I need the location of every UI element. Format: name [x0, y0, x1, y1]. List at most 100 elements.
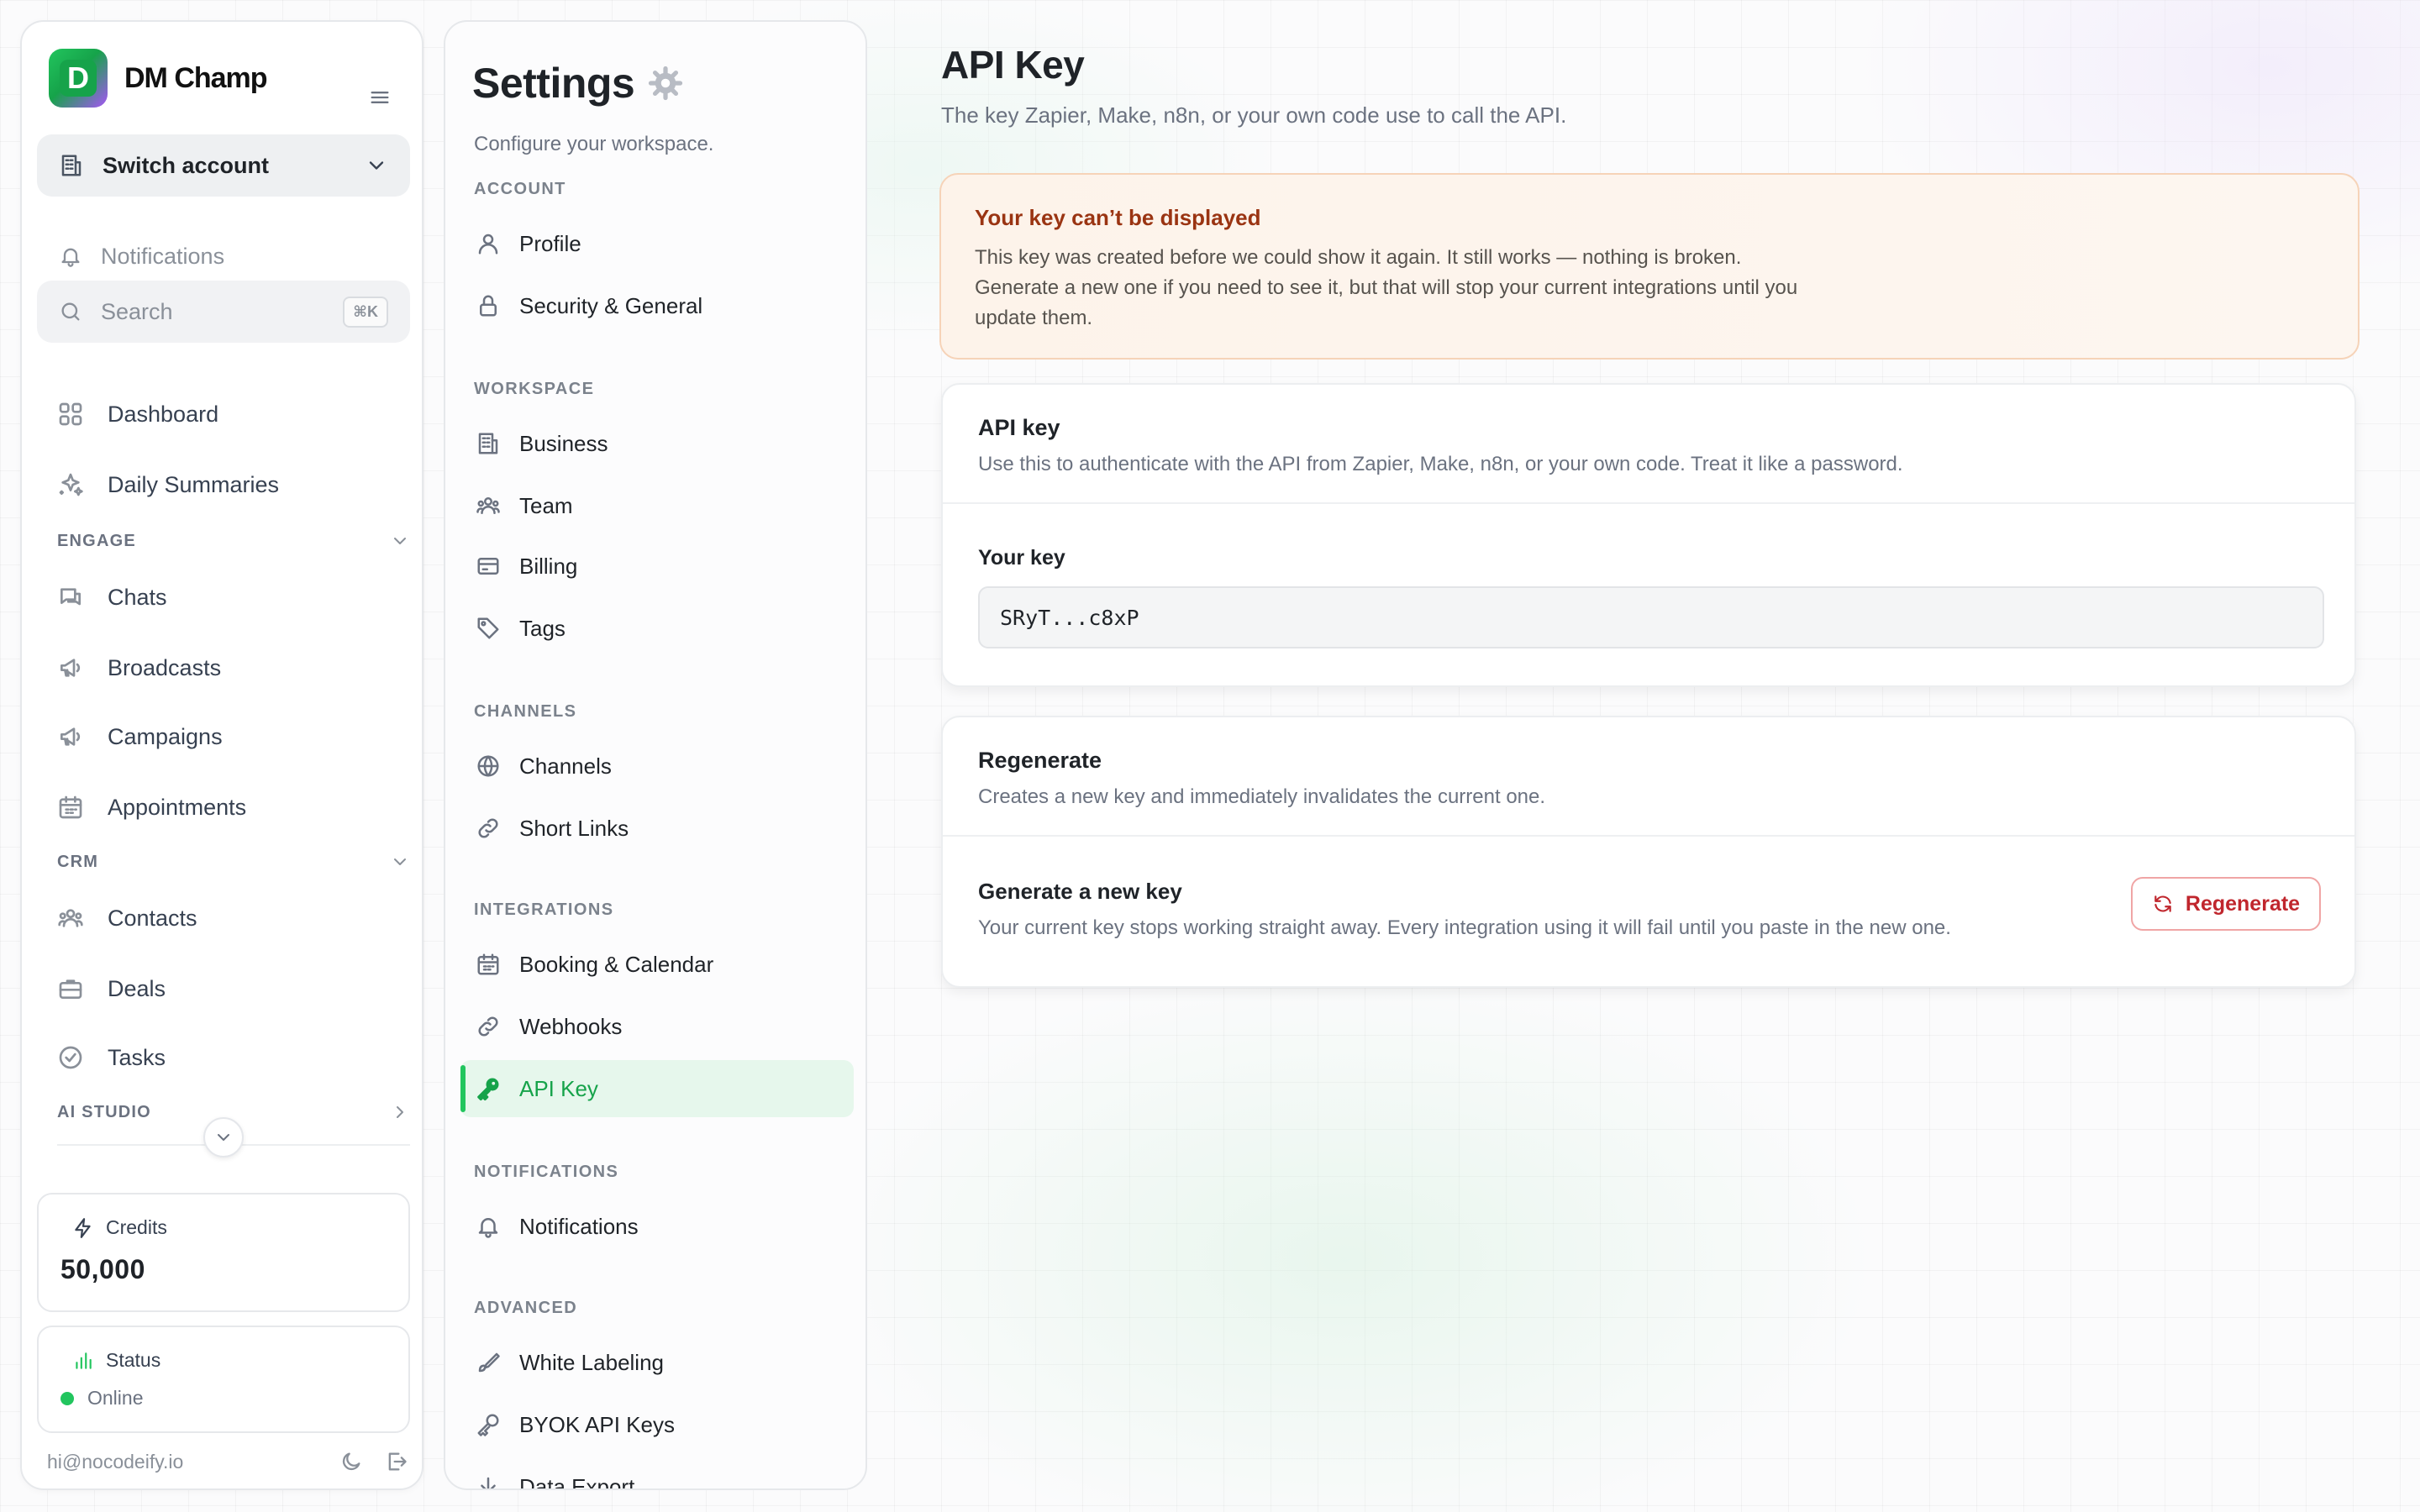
- gear-icon: [648, 66, 683, 101]
- settings-item-profile[interactable]: Profile: [460, 215, 854, 272]
- main-sidebar: D DM Champ Switch account Notifications …: [20, 20, 424, 1490]
- status-card: Status Online: [37, 1326, 410, 1433]
- sidebar-item-daily-summaries[interactable]: Daily Summaries: [47, 455, 408, 514]
- section-ai-studio-label: AI STUDIO: [57, 1102, 151, 1121]
- regenerate-card-title: Regenerate: [978, 748, 1102, 773]
- settings-item-billing[interactable]: Billing: [460, 538, 854, 595]
- warning-banner: Your key can’t be displayed This key was…: [939, 173, 2360, 360]
- users-icon: [476, 493, 501, 518]
- regenerate-button[interactable]: Regenerate: [2131, 877, 2321, 931]
- lightning-icon: [72, 1217, 94, 1239]
- page-title: API Key: [941, 43, 1085, 87]
- settings-item-label: Business: [519, 430, 608, 456]
- settings-item-label: Team: [519, 492, 573, 518]
- generate-new-key-description: Your current key stops working straight …: [978, 916, 1951, 939]
- credit-card-icon: [476, 554, 501, 579]
- sidebar-item-chats[interactable]: Chats: [47, 568, 408, 627]
- regenerate-card: Regenerate Creates a new key and immedia…: [941, 716, 2356, 988]
- moon-icon[interactable]: [318, 1450, 363, 1473]
- settings-item-team[interactable]: Team: [460, 477, 854, 534]
- section-engage[interactable]: ENGAGE: [57, 531, 410, 551]
- sidebar-item-contacts[interactable]: Contacts: [47, 889, 408, 948]
- settings-section-account: ACCOUNT: [474, 180, 566, 198]
- generate-new-key-title: Generate a new key: [978, 879, 1182, 904]
- key-field-label: Your key: [978, 546, 1065, 570]
- api-key-field[interactable]: SRyT...c8xP: [978, 586, 2324, 648]
- logout-icon[interactable]: [363, 1450, 408, 1473]
- settings-item-channels[interactable]: Channels: [460, 738, 854, 795]
- settings-item-notifications[interactable]: Notifications: [460, 1198, 854, 1255]
- section-crm[interactable]: CRM: [57, 852, 410, 872]
- regenerate-button-label: Regenerate: [2185, 891, 2301, 916]
- settings-item-label: Security & General: [519, 292, 703, 318]
- sidebar-item-campaigns[interactable]: Campaigns: [47, 707, 408, 766]
- settings-item-tags[interactable]: Tags: [460, 600, 854, 657]
- sidebar-item-label: Daily Summaries: [108, 471, 280, 497]
- sidebar-item-deals[interactable]: Deals: [47, 959, 408, 1018]
- chat-icon: [57, 584, 84, 611]
- chevron-down-icon: [390, 852, 410, 872]
- check-circle-icon: [57, 1044, 84, 1071]
- bell-icon: [476, 1214, 501, 1239]
- sidebar-notifications[interactable]: Notifications: [37, 227, 410, 286]
- status-label: Status: [106, 1349, 161, 1371]
- sidebar-item-dashboard[interactable]: Dashboard: [47, 385, 408, 444]
- sidebar-footer: hi@nocodeify.io: [47, 1450, 408, 1473]
- settings-item-security[interactable]: Security & General: [460, 277, 854, 334]
- sidebar-item-broadcasts[interactable]: Broadcasts: [47, 638, 408, 697]
- settings-item-label: Data Export: [519, 1473, 635, 1490]
- scroll-down-button[interactable]: [203, 1117, 244, 1158]
- settings-item-white-labeling[interactable]: White Labeling: [460, 1334, 854, 1391]
- megaphone-icon: [57, 723, 84, 750]
- status-dot: [60, 1391, 74, 1405]
- sidebar-item-label: Contacts: [108, 905, 197, 931]
- calendar-icon: [57, 794, 84, 821]
- brand[interactable]: D DM Champ: [49, 49, 268, 108]
- search-icon: [59, 300, 82, 323]
- search-placeholder: Search: [101, 298, 173, 324]
- regenerate-card-header: Regenerate Creates a new key and immedia…: [943, 717, 2354, 837]
- settings-item-data-export[interactable]: Data Export: [460, 1458, 854, 1490]
- link-icon: [476, 816, 501, 841]
- settings-item-label: Webhooks: [519, 1013, 623, 1039]
- briefcase-icon: [57, 975, 84, 1002]
- lock-icon: [476, 293, 501, 318]
- settings-item-label: Short Links: [519, 815, 629, 841]
- generate-new-key-row: Generate a new key Your current key stop…: [978, 879, 1951, 940]
- switch-account-label: Switch account: [103, 152, 270, 178]
- megaphone-icon: [57, 654, 84, 681]
- settings-section-workspace: WORKSPACE: [474, 380, 595, 398]
- settings-item-business[interactable]: Business: [460, 415, 854, 472]
- search-input[interactable]: Search ⌘K: [37, 281, 410, 343]
- sidebar-item-label: Tasks: [108, 1044, 166, 1070]
- sidebar-item-label: Chats: [108, 584, 167, 610]
- settings-item-label: Notifications: [519, 1213, 639, 1239]
- settings-item-api-key[interactable]: API Key: [460, 1060, 854, 1117]
- switch-account-button[interactable]: Switch account: [37, 134, 410, 197]
- settings-item-short-links[interactable]: Short Links: [460, 800, 854, 857]
- settings-title: Settings: [472, 59, 683, 108]
- page-subtitle: The key Zapier, Make, n8n, or your own c…: [941, 102, 1567, 128]
- sidebar-item-tasks[interactable]: Tasks: [47, 1028, 408, 1087]
- sparkles-icon: [57, 471, 84, 498]
- sidebar-item-appointments[interactable]: Appointments: [47, 778, 408, 837]
- settings-item-byok-api-keys[interactable]: BYOK API Keys: [460, 1396, 854, 1453]
- building-icon: [476, 431, 501, 456]
- brand-logo-letter: D: [60, 60, 97, 97]
- settings-section-channels: CHANNELS: [474, 702, 577, 721]
- api-key-card-title: API key: [978, 415, 1060, 440]
- credits-value: 50,000: [60, 1254, 145, 1284]
- settings-item-label: API Key: [519, 1075, 598, 1101]
- brand-name: DM Champ: [124, 61, 268, 94]
- settings-item-label: Channels: [519, 753, 612, 779]
- users-icon: [57, 905, 84, 932]
- user-email: hi@nocodeify.io: [47, 1450, 184, 1473]
- settings-nav: Settings Configure your workspace. ACCOU…: [444, 20, 867, 1490]
- refresh-icon: [2152, 893, 2186, 915]
- menu-icon[interactable]: [368, 86, 392, 109]
- api-key-card: API key Use this to authenticate with th…: [941, 383, 2356, 687]
- settings-item-label: Booking & Calendar: [519, 951, 714, 977]
- building-icon: [59, 153, 84, 178]
- settings-item-webhooks[interactable]: Webhooks: [460, 998, 854, 1055]
- settings-item-booking-calendar[interactable]: Booking & Calendar: [460, 936, 854, 993]
